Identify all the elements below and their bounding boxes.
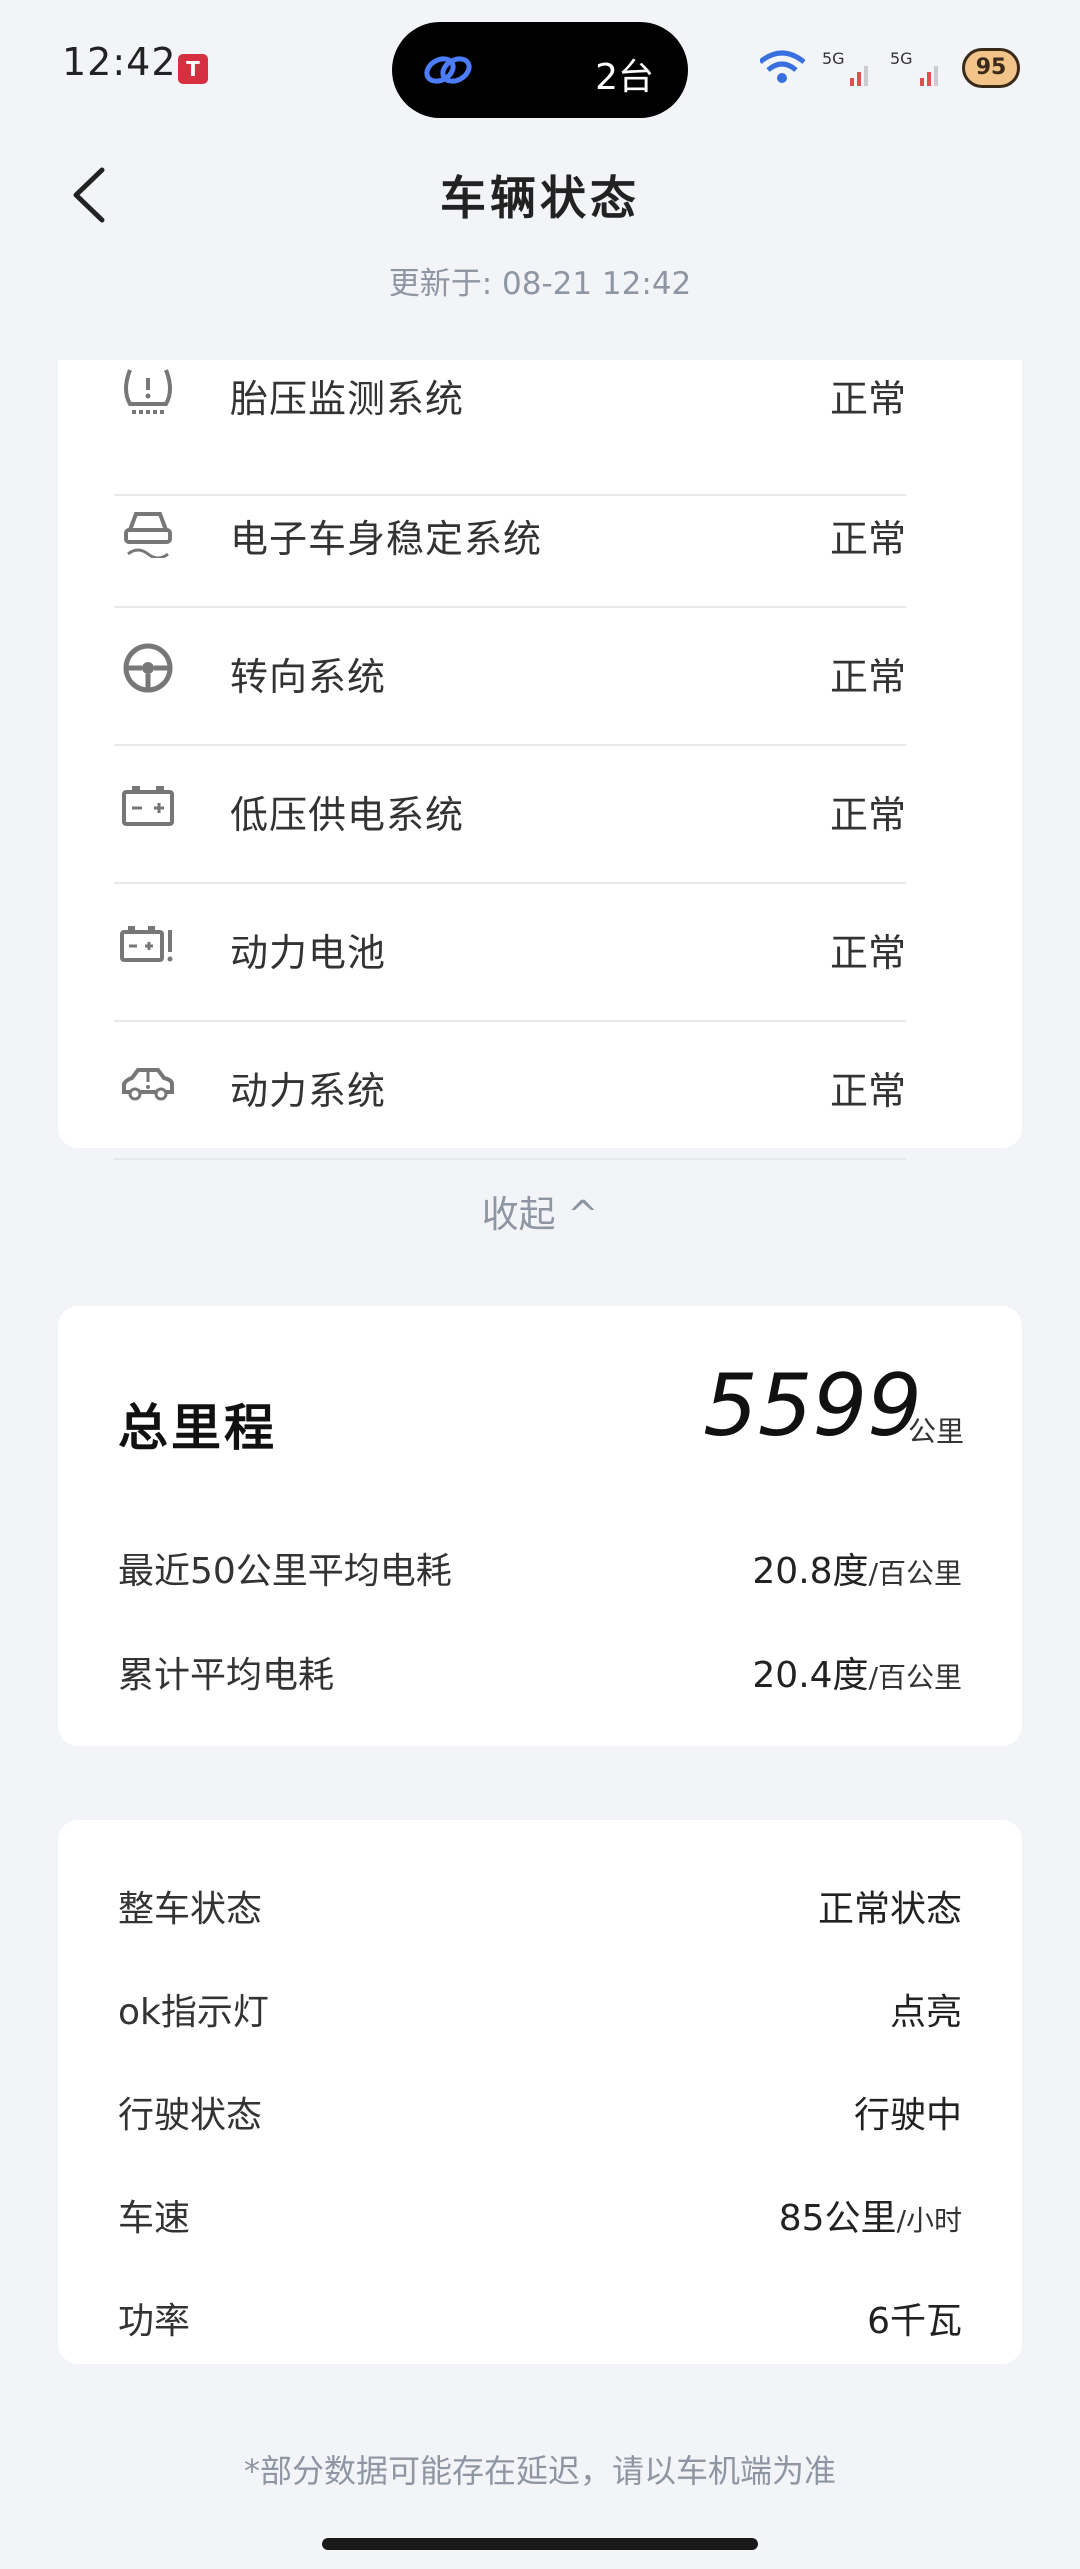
consumption-label: 最近50公里平均电耗 <box>118 1551 452 1592</box>
home-indicator[interactable] <box>322 2538 758 2550</box>
state-value: 正常状态 <box>817 1889 962 1930</box>
state-label: 车速 <box>118 2198 191 2239</box>
data-delay-note: *部分数据可能存在延迟，请以车机端为准 <box>243 2452 836 2490</box>
stability-control-icon <box>124 512 172 558</box>
state-label: 整车状态 <box>118 1889 263 1930</box>
system-status: 正常 <box>829 655 906 699</box>
update-time: 更新于: 08-21 12:42 <box>388 266 692 302</box>
steering-wheel-icon <box>123 643 173 693</box>
state-row: 车速 85公里/小时 <box>118 2189 962 2249</box>
mileage-title: 总里程 <box>118 1399 277 1457</box>
status-time: 12:42 <box>62 40 177 84</box>
mileage-card: 总里程 5599 公里 最近50公里平均电耗 20.8度/百公里 累计平均电耗 … <box>58 1306 1022 1746</box>
state-label: 功率 <box>118 2301 191 2342</box>
state-row: 整车状态 正常状态 <box>118 1880 962 1940</box>
system-status: 正常 <box>829 931 906 975</box>
state-row: ok指示灯 点亮 <box>118 1983 962 2043</box>
svg-text:5G: 5G <box>890 49 913 68</box>
tire-pressure-icon <box>124 369 172 414</box>
system-status: 正常 <box>829 793 906 837</box>
state-label: 行驶状态 <box>118 2095 263 2136</box>
system-label: 动力电池 <box>230 931 387 975</box>
consumption-value: 20.4度/百公里 <box>752 1655 962 1696</box>
system-row: 动力系统 正常 <box>58 1014 906 1160</box>
state-value: 行驶中 <box>853 2095 962 2136</box>
consumption-row: 最近50公里平均电耗 20.8度/百公里 <box>118 1542 962 1602</box>
consumption-value: 20.8度/百公里 <box>752 1551 962 1592</box>
dynamic-island[interactable]: 2台 <box>392 22 688 118</box>
svg-text:5G: 5G <box>822 49 845 68</box>
link-icon <box>424 56 472 84</box>
system-row: 电子车身稳定系统 正常 <box>58 462 906 608</box>
tesla-app-icon: T <box>178 54 208 84</box>
system-row: 动力电池 正常 <box>58 876 906 1022</box>
state-label: ok指示灯 <box>118 1992 269 2033</box>
car-warning-icon <box>122 1068 174 1101</box>
system-row: 低压供电系统 正常 <box>58 738 906 884</box>
system-status: 正常 <box>829 377 906 421</box>
mileage-unit: 公里 <box>907 1415 964 1448</box>
page-title: 车辆状态 <box>440 171 640 225</box>
battery-icon <box>122 786 174 826</box>
vehicle-state-card: 整车状态 正常状态 ok指示灯 点亮 行驶状态 行驶中 车速 85公里/小时 功… <box>58 1820 1022 2364</box>
divider <box>114 1158 906 1160</box>
system-label: 动力系统 <box>230 1069 387 1113</box>
state-value: 点亮 <box>889 1992 962 2033</box>
system-label: 胎压监测系统 <box>230 377 465 421</box>
state-value: 6千瓦 <box>867 2301 962 2342</box>
battery-warning-icon <box>120 926 173 962</box>
mileage-value: 5599 <box>703 1356 922 1456</box>
consumption-row: 累计平均电耗 20.4度/百公里 <box>118 1646 962 1706</box>
system-label: 低压供电系统 <box>230 793 465 837</box>
consumption-label: 累计平均电耗 <box>118 1655 335 1696</box>
system-label: 转向系统 <box>230 655 387 699</box>
system-status: 正常 <box>829 517 906 561</box>
system-label: 电子车身稳定系统 <box>230 517 543 561</box>
state-row: 功率 6千瓦 <box>118 2292 962 2352</box>
system-row: 转向系统 正常 <box>58 600 906 746</box>
vehicle-status-page: 12:42 T 2台 5G 5G 95 车辆状态 更新于: 08-21 12:4… <box>0 0 1080 2569</box>
system-status: 正常 <box>829 1069 906 1113</box>
battery-level: 95 <box>962 48 1020 88</box>
island-count: 2台 <box>595 57 654 98</box>
collapse-button[interactable]: 收起 ^ <box>0 1184 1080 1238</box>
state-value: 85公里/小时 <box>778 2198 962 2239</box>
state-row: 行驶状态 行驶中 <box>118 2086 962 2146</box>
